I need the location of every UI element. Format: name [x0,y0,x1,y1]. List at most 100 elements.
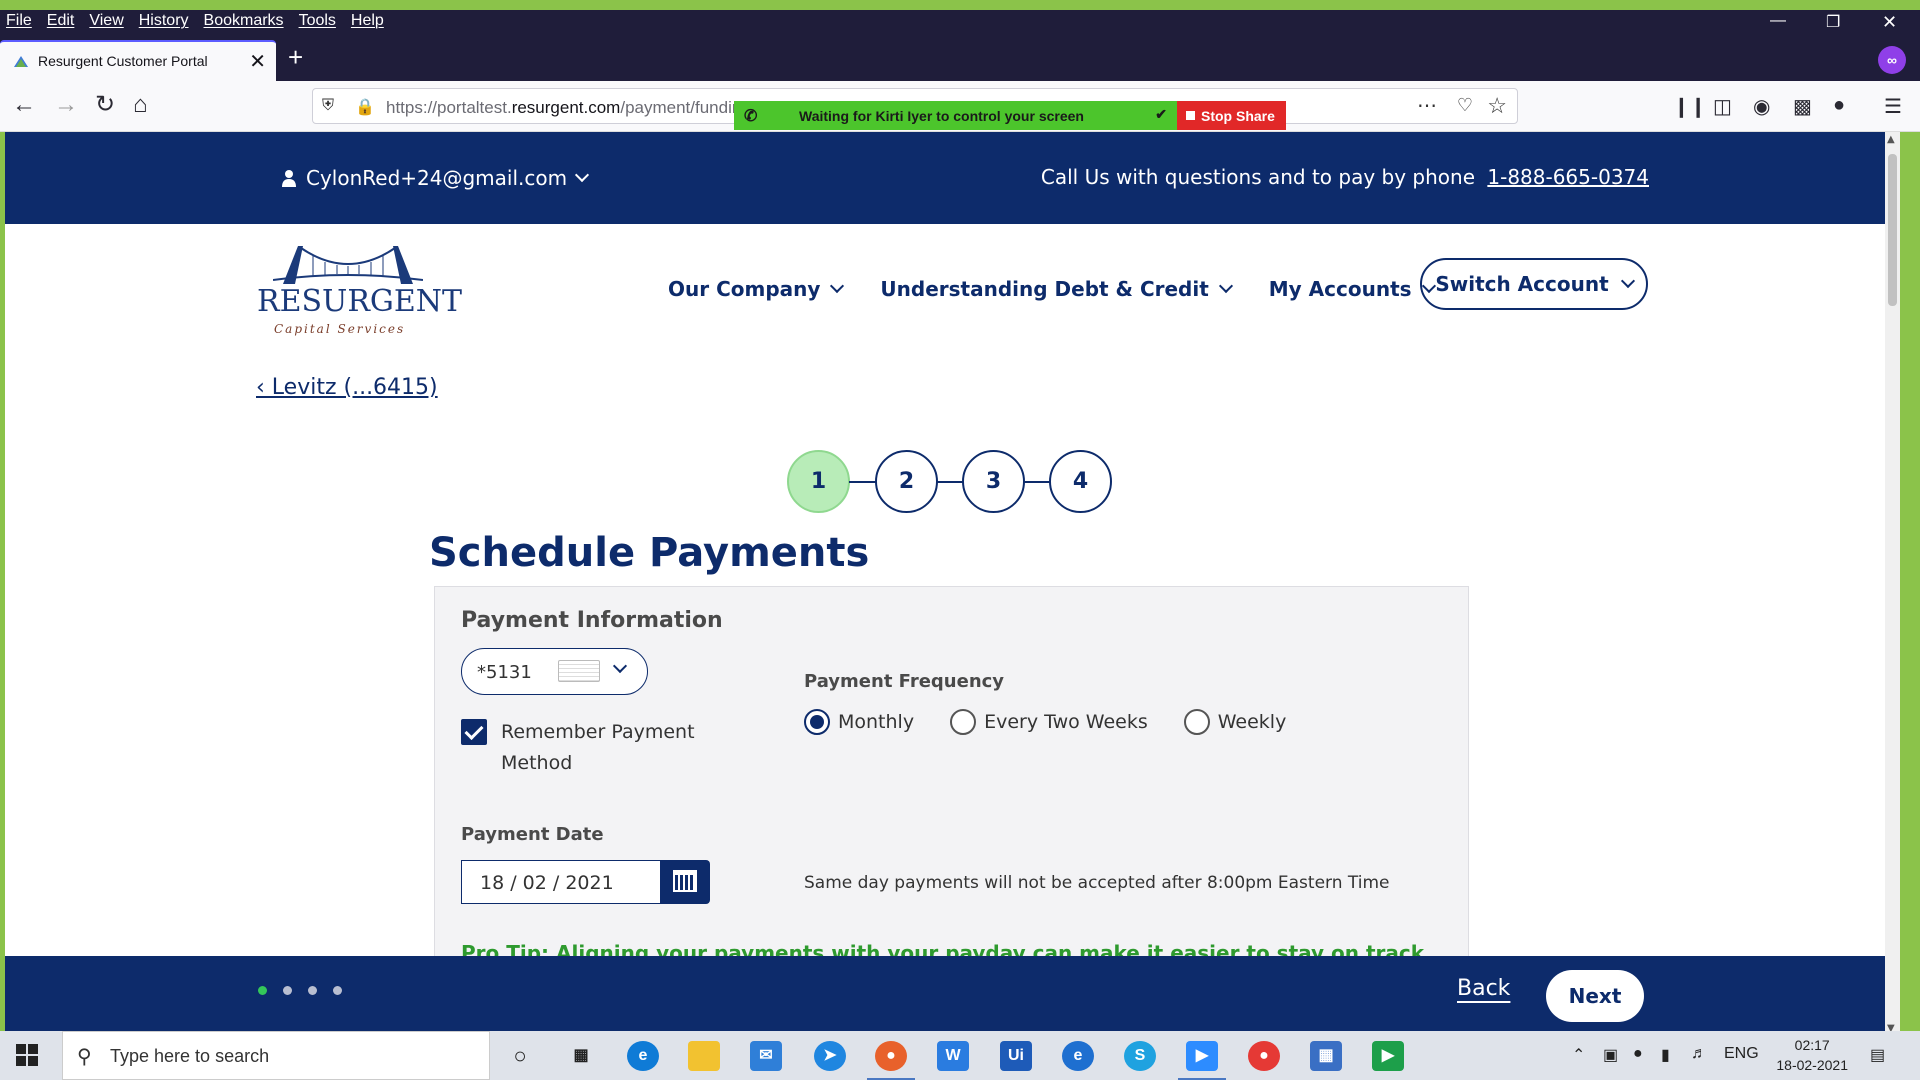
radio-empty-icon[interactable] [1183,709,1210,735]
payment-method-select[interactable]: *5131 [461,648,648,695]
logo-wordmark: RESURGENT [257,284,463,319]
tab-close-icon[interactable]: ✕ [249,49,266,74]
tracking-shield-icon[interactable]: ⛨ [322,97,334,115]
battery-icon[interactable]: ▮ [1661,1045,1670,1065]
app-compass-icon[interactable]: ➤ [814,1041,846,1071]
task-view-icon[interactable]: ▦ [565,1041,597,1071]
zoom-icon[interactable]: ▶ [1178,1041,1226,1080]
windows-start-icon[interactable] [16,1044,38,1066]
menu-bar: File Edit View History Bookmarks Tools H… [0,10,1920,34]
progress-dot [283,986,292,995]
notifications-icon[interactable]: ▤ [1870,1045,1885,1065]
skype-icon[interactable]: S [1124,1041,1156,1071]
window-close-icon[interactable]: ✕ [1882,12,1897,33]
payment-date-input[interactable]: 18 / 02 / 2021 [461,860,661,904]
payment-frequency-heading: Payment Frequency [804,671,1005,692]
url-text[interactable]: https://portaltest.resurgent.com/payment… [386,98,751,118]
volume-icon[interactable]: ♬ [1691,1045,1707,1063]
bookmark-star-icon[interactable]: ☆ [1487,93,1507,119]
menu-tools[interactable]: Tools [299,12,336,30]
word-app-icon[interactable]: W [937,1041,969,1071]
scrollbar-thumb[interactable] [1888,154,1897,306]
extension-icon[interactable]: ▩ [1793,94,1812,119]
file-explorer-icon[interactable] [688,1041,720,1071]
resurgent-logo[interactable]: RESURGENT Capital Services [257,240,462,340]
edge-dev-icon[interactable]: e [1062,1041,1094,1071]
page-scrollbar[interactable]: ▲ ▼ [1885,132,1900,1036]
calendar-button[interactable] [660,860,710,904]
nav-understanding-debt-credit[interactable]: Understanding Debt & Credit [880,277,1233,301]
taskbar-search[interactable]: ⚲ Type here to search [62,1031,490,1080]
media-player-icon[interactable]: ▶ [1372,1041,1404,1071]
new-tab-icon[interactable]: + [288,44,303,70]
phone-link[interactable]: 1-888-665-0374 [1487,165,1649,189]
hamburger-menu-icon[interactable]: ☰ [1884,94,1902,119]
microphone-icon[interactable]: ● [1633,1045,1643,1063]
account-icon[interactable]: ◉ [1753,94,1770,119]
chrome-icon[interactable]: ● [1248,1041,1280,1071]
stop-share-button[interactable]: Stop Share [1177,101,1286,130]
page-actions-icon[interactable]: ⋯ [1417,93,1437,118]
home-icon[interactable]: ⌂ [133,93,148,117]
lock-icon[interactable]: 🔒 [355,97,375,117]
payment-frequency-group: Monthly Every Two Weeks Weekly [804,709,1322,735]
menu-edit[interactable]: Edit [47,12,75,30]
frequency-weekly-radio[interactable]: Weekly [1183,709,1286,735]
remember-payment-label: Remember Payment Method [501,721,695,774]
next-button[interactable]: Next [1546,970,1644,1022]
chevron-down-icon [612,658,628,674]
firefox-icon[interactable]: ● [867,1041,915,1080]
payment-information-heading: Payment Information [461,608,723,633]
chevron-down-icon [1620,273,1635,289]
minimize-icon[interactable]: — [1770,12,1786,30]
edge-icon[interactable]: e [627,1041,659,1071]
user-menu[interactable]: CylonRed+24@gmail.com [282,166,590,190]
sidebar-icon[interactable]: ◫ [1713,94,1732,119]
frequency-every-two-weeks-radio[interactable]: Every Two Weeks [950,709,1148,735]
frequency-monthly-radio[interactable]: Monthly [804,709,914,735]
back-arrow-icon[interactable]: ← [12,93,36,117]
radio-selected-icon[interactable] [804,709,830,735]
language-indicator[interactable]: ENG [1724,1045,1759,1063]
same-day-note: Same day payments will not be accepted a… [804,873,1390,893]
account-back-link[interactable]: ‹ Levitz (...6415) [256,375,438,400]
back-button[interactable]: Back [1457,976,1510,1001]
reload-icon[interactable]: ↻ [95,93,115,117]
nav-our-company[interactable]: Our Company [668,277,845,301]
bank-check-icon [558,660,600,682]
pocket-icon[interactable]: ♡ [1457,95,1473,116]
main-nav: Our Company Understanding Debt & Credit … [668,259,1472,319]
menu-view[interactable]: View [89,12,123,30]
menu-history[interactable]: History [139,12,189,30]
step-connector [937,481,964,483]
step-connector [1024,481,1051,483]
cortana-icon[interactable]: ○ [504,1041,536,1071]
taskbar-clock[interactable]: 02:17 18-02-2021 [1776,1035,1848,1075]
radio-empty-icon[interactable] [950,709,977,735]
switch-account-button[interactable]: Switch Account [1420,258,1648,310]
progress-dot [308,986,317,995]
library-icon[interactable]: ❙❙ [1673,94,1707,119]
restore-icon[interactable]: ❐ [1826,12,1840,32]
menu-file[interactable]: File [6,12,32,30]
forward-arrow-icon[interactable]: → [54,93,78,117]
tray-device-icon[interactable]: ▣ [1603,1045,1618,1065]
uipath-icon[interactable]: Ui [1000,1041,1032,1071]
progress-dot [258,986,267,995]
nav-my-accounts[interactable]: My Accounts [1269,277,1436,301]
mail-icon[interactable]: ✉ [750,1041,782,1071]
menu-help[interactable]: Help [351,12,384,30]
app-network-icon[interactable]: ▦ [1310,1041,1342,1071]
checkbox-checked-icon[interactable] [461,719,487,745]
cookie-icon[interactable]: ● [1833,94,1845,117]
progress-dots [258,986,342,995]
step-2: 2 [875,450,938,513]
logo-subtitle: Capital Services [274,322,406,336]
page-title: Schedule Payments [429,530,870,576]
tab-resurgent[interactable]: Resurgent Customer Portal ✕ [0,40,276,81]
share-waiting-status: ✆ Waiting for Kirti Iyer to control your… [734,101,1177,130]
menu-bookmarks[interactable]: Bookmarks [204,12,284,30]
scroll-up-icon[interactable]: ▲ [1887,134,1895,145]
tray-chevron-up-icon[interactable]: ⌃ [1572,1045,1585,1065]
bridge-logo-icon [273,246,423,284]
